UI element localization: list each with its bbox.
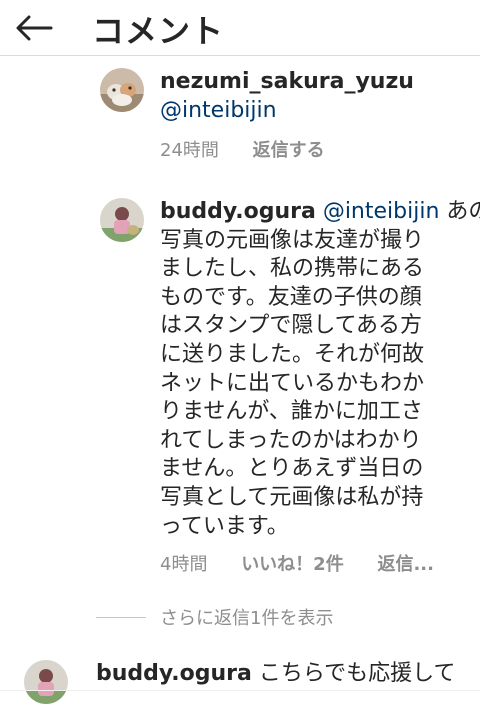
comment-text-line: ネットに出ているかもわか [160, 370, 425, 396]
avatar[interactable] [24, 660, 68, 704]
comment-time: 24時間 [160, 140, 219, 161]
reply-button[interactable]: 返信... [377, 554, 434, 575]
comment-text-line: りませんが、誰かに加工さ [160, 399, 423, 425]
header-bar: コメント [0, 0, 480, 56]
reply-button[interactable]: 返信する [253, 140, 325, 161]
comment-body: buddy.ogura こちらでも応援して [96, 660, 456, 689]
back-arrow-icon[interactable] [14, 8, 54, 48]
comment-username[interactable]: buddy.ogura [96, 661, 252, 686]
avatar[interactable] [100, 68, 144, 112]
comment-text-line: はスタンプで隠してある方 [160, 313, 423, 339]
comment-text: こちらでも応援して [258, 661, 456, 686]
comment-text-line: に送りました。それが何故 [160, 341, 425, 367]
view-more-replies-button[interactable]: さらに返信1件を表示 [96, 604, 333, 630]
comment-time: 4時間 [160, 554, 208, 575]
comment-username[interactable]: buddy.ogura [160, 199, 316, 224]
comment-body: nezumi_sakura_yuzu @inteibijin [160, 68, 414, 125]
comment-text-line: 写真の元画像は友達が撮り [160, 227, 425, 253]
page-title: コメント [92, 12, 225, 50]
view-more-replies-label: さらに返信1件を表示 [160, 608, 334, 629]
comment-first-line: buddy.ogura @inteibijin あの [160, 198, 480, 227]
comment-meta: 24時間 返信する [160, 136, 353, 162]
comment-text-line: あの [446, 199, 480, 224]
comment-text-line: ましたし、私の携帯にある [160, 256, 425, 282]
comment-text-line: ものです。友達の子供の顔 [160, 284, 422, 310]
comment-meta: 4時間 いいね！2件 返信... [160, 550, 462, 576]
comment-text-line: 写真として元画像は私が持 [160, 484, 424, 510]
divider [0, 690, 480, 691]
avatar[interactable] [100, 198, 144, 242]
divider [96, 616, 146, 618]
comment-text-line: ません。とりあえず当日の [160, 456, 424, 482]
comment-text-line: っています。 [160, 513, 289, 539]
comment-body: buddy.ogura @inteibijin あの 写真の元画像は友達が撮り … [160, 198, 480, 541]
comment-username[interactable]: nezumi_sakura_yuzu [160, 68, 414, 97]
comment-mention[interactable]: @inteibijin [323, 199, 440, 224]
comment-mention[interactable]: @inteibijin [160, 97, 414, 126]
likes-count[interactable]: いいね！2件 [241, 554, 344, 575]
comment-text-line: れてしまったのかはわかり [160, 427, 422, 453]
